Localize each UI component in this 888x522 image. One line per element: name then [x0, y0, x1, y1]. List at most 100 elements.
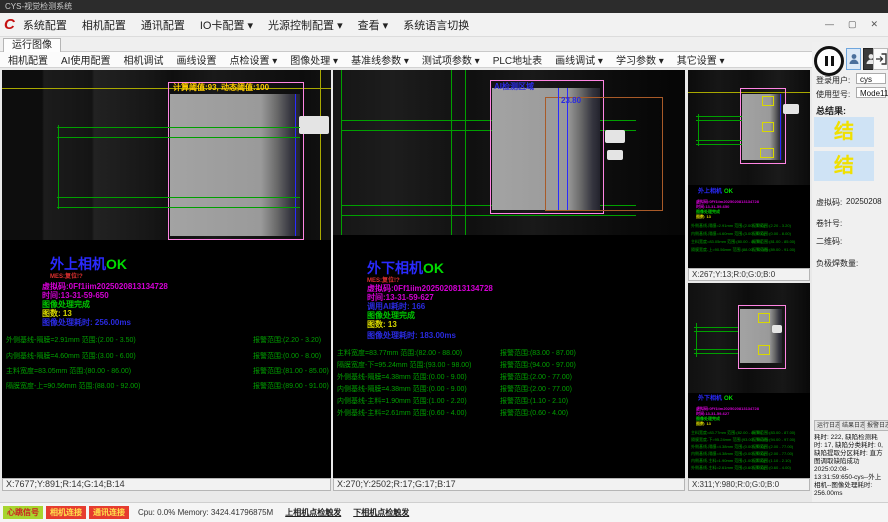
- menu-language-switch[interactable]: 系统语言切换: [403, 17, 469, 33]
- model-field[interactable]: Mode11: [856, 87, 886, 98]
- green-measure-line: [698, 114, 699, 146]
- menu-light-config[interactable]: 光源控制配置 ▾: [268, 17, 343, 33]
- thumb2-camera-name: 外下相机: [698, 397, 722, 402]
- green-measure-line: [696, 116, 742, 117]
- right-ok-status: OK: [423, 260, 444, 276]
- yellow-guide-line: [320, 70, 321, 240]
- measurement-row: 主料宽度=83.05mm 范围:(80.00 - 86.00): [6, 366, 131, 376]
- log-tab-alarm[interactable]: 报警日志: [864, 420, 888, 431]
- green-measure-line: [696, 140, 742, 141]
- tab-row: 运行图像: [0, 37, 888, 52]
- green-measure-line: [465, 70, 466, 235]
- maximize-icon[interactable]: ▢: [848, 19, 857, 30]
- right-elapsed-text: 图像处理耗时: 183.00ms: [367, 330, 456, 341]
- virtual-code-value: 20250208: [846, 197, 882, 206]
- tool-camera-config[interactable]: 相机配置: [8, 52, 48, 67]
- alarm-range: 报警范围:(0.60 - 4.00): [500, 408, 568, 418]
- green-measure-line: [58, 125, 59, 209]
- measurement-row: 隔膜宽度-下=95.24mm 范围:(93.00 - 98.00): [337, 360, 471, 370]
- login-user-field[interactable]: cys: [856, 73, 886, 84]
- app-window: CYS-视觉检测系统 C 系统配置 相机配置 通讯配置 IO卡配置 ▾ 光源控制…: [0, 0, 888, 522]
- measurement-row: 外侧基线-隔膜=4.38mm 范围:(0.00 - 9.00): [337, 372, 467, 382]
- left-camera-view[interactable]: 计算阈值:93, 动态阈值:100 外上相机OK MES:复位!? 虚拟码:0F…: [2, 70, 331, 478]
- tool-camera-debug[interactable]: 相机调试: [123, 52, 163, 67]
- alarm-range: 报警范围:(83.00 - 87.00): [500, 348, 576, 358]
- alarm-range: 报警范围:(81.00 - 85.00): [253, 366, 329, 376]
- roi-box: [760, 148, 774, 158]
- menu-view[interactable]: 查看 ▾: [358, 17, 389, 33]
- measurement-row: 内侧基线-隔膜=4.60mm 范围:(3.00 - 6.00): [6, 351, 136, 361]
- thumb1-pixel-coords-bar: X:267;Y:13;R:0;G:0;B:0: [688, 268, 810, 281]
- roi-box: [758, 345, 770, 355]
- thumb1-frames: 图数: 13: [696, 214, 711, 219]
- user-login-button[interactable]: [846, 48, 861, 70]
- measurement-row: 外侧基线-隔膜=2.91mm 范围:(2.00 - 3.50): [6, 335, 136, 345]
- left-pixel-coords: X:7677;Y:891;R:14;G:14;B:14: [6, 479, 125, 489]
- qr-code-label: 二维码:: [816, 236, 842, 247]
- thumb-alarm: 报警范围:(2.00 - 77.00): [752, 444, 793, 449]
- thumb2-scene: [688, 283, 810, 393]
- menu-system-config[interactable]: 系统配置: [23, 17, 67, 33]
- threshold-overlay-label: 计算阈值:93, 动态阈值:100: [173, 82, 269, 93]
- green-measure-line: [341, 70, 342, 235]
- thumb-alarm: 报警范围:(2.00 - 77.00): [752, 451, 793, 456]
- weld-count-label: 负极焊数量:: [816, 258, 858, 269]
- tool-draw-line-setting[interactable]: 画线设置: [176, 52, 216, 67]
- menu-camera-config[interactable]: 相机配置: [82, 17, 126, 33]
- green-measure-line: [694, 353, 738, 354]
- menu-comm-config[interactable]: 通讯配置: [141, 17, 185, 33]
- right-camera-view[interactable]: AI检测区域 23.80 外下相机OK MES:复位!? 虚拟码:0Ff1iim…: [333, 70, 685, 478]
- right-camera-name: 外下相机: [367, 260, 423, 276]
- log-text-area[interactable]: 耗时: 222, 缺陷检测耗时: 17, 缺陷分类耗时: 0, 缺陷提取分区耗时…: [814, 434, 884, 500]
- minimize-icon[interactable]: —: [825, 19, 834, 30]
- roi-box: [758, 313, 770, 323]
- title-bar: CYS-视觉检测系统: [0, 0, 888, 13]
- thumb-alarm: 报警范围:(81.00 - 85.00): [752, 239, 795, 244]
- window-controls: — ▢ ✕: [825, 19, 888, 30]
- thumb-camera-view-1[interactable]: 外上相机 OK 虚拟码:0Ff1iim2025020813134728 时间:1…: [688, 70, 810, 268]
- heartbeat-indicator: 心跳信号: [3, 506, 43, 519]
- pause-icon: [831, 56, 834, 66]
- highlight-blob: [607, 150, 623, 160]
- tool-other-settings[interactable]: 其它设置 ▾: [677, 52, 725, 67]
- camera-connection-indicator: 相机连接: [46, 506, 86, 519]
- green-measure-line: [57, 197, 300, 198]
- menu-io-config[interactable]: IO卡配置 ▾: [200, 17, 253, 33]
- tool-test-item-params[interactable]: 测试项参数 ▾: [422, 52, 480, 67]
- sidebar: 登录用户: cys 使用型号: Mode11 总结果: 结果 结果 虚拟码: 2…: [812, 42, 888, 502]
- thumb1-pixel-coords: X:267;Y:13;R:0;G:0;B:0: [692, 270, 775, 279]
- thumb-alarm: 报警范围:(94.00 - 97.00): [752, 437, 795, 442]
- thumb2-pixel-coords: X:311;Y:980;R:0;G:0;B:0: [692, 480, 779, 489]
- green-measure-line: [694, 327, 738, 328]
- pause-button[interactable]: [814, 46, 844, 76]
- tool-learning-params[interactable]: 学习参数 ▾: [616, 52, 664, 67]
- thumb1-camera-name: 外上相机: [698, 190, 722, 195]
- left-camera-scene: 计算阈值:93, 动态阈值:100: [2, 70, 331, 240]
- connector-tab-image: [299, 116, 329, 134]
- status-bar: 心跳信号 相机连接 通讯连接 Cpu: 0.0% Memory: 3424.41…: [0, 502, 888, 522]
- thumb-camera-view-2[interactable]: 外下相机 OK 虚拟码:0Ff1iim2025020813134728 时间:1…: [688, 283, 810, 478]
- total-result-label: 总结果:: [816, 104, 846, 117]
- pause-icon: [825, 56, 828, 66]
- tool-plc-address-table[interactable]: PLC地址表: [493, 52, 542, 67]
- upper-camera-trigger-link[interactable]: 上相机点检触发: [285, 507, 341, 518]
- tool-baseline-params[interactable]: 基准线参数 ▾: [351, 52, 409, 67]
- exit-button[interactable]: [873, 48, 888, 70]
- thumb-alarm: 报警范围:(1.10 - 2.10): [752, 458, 791, 463]
- green-measure-line: [696, 323, 697, 357]
- tool-spot-check-setting[interactable]: 点检设置 ▾: [229, 52, 277, 67]
- green-measure-line: [696, 144, 742, 145]
- tool-image-process[interactable]: 图像处理 ▾: [290, 52, 338, 67]
- tool-ai-usage-config[interactable]: AI使用配置: [61, 52, 110, 67]
- blue-edge-line: [780, 94, 781, 160]
- close-icon[interactable]: ✕: [870, 19, 878, 30]
- result-indicator-1: 结果: [814, 117, 874, 147]
- tool-line-debug[interactable]: 画线调试 ▾: [555, 52, 603, 67]
- lower-camera-trigger-link[interactable]: 下相机点检触发: [353, 507, 409, 518]
- left-ok-status: OK: [106, 256, 127, 272]
- virtual-code-label: 虚拟码:: [816, 197, 842, 208]
- blue-measure-line: [567, 88, 568, 210]
- tab-run-image[interactable]: 运行图像: [3, 38, 61, 53]
- alarm-range: 报警范围:(2.20 - 3.20): [253, 335, 321, 345]
- blue-measure-line: [558, 88, 559, 210]
